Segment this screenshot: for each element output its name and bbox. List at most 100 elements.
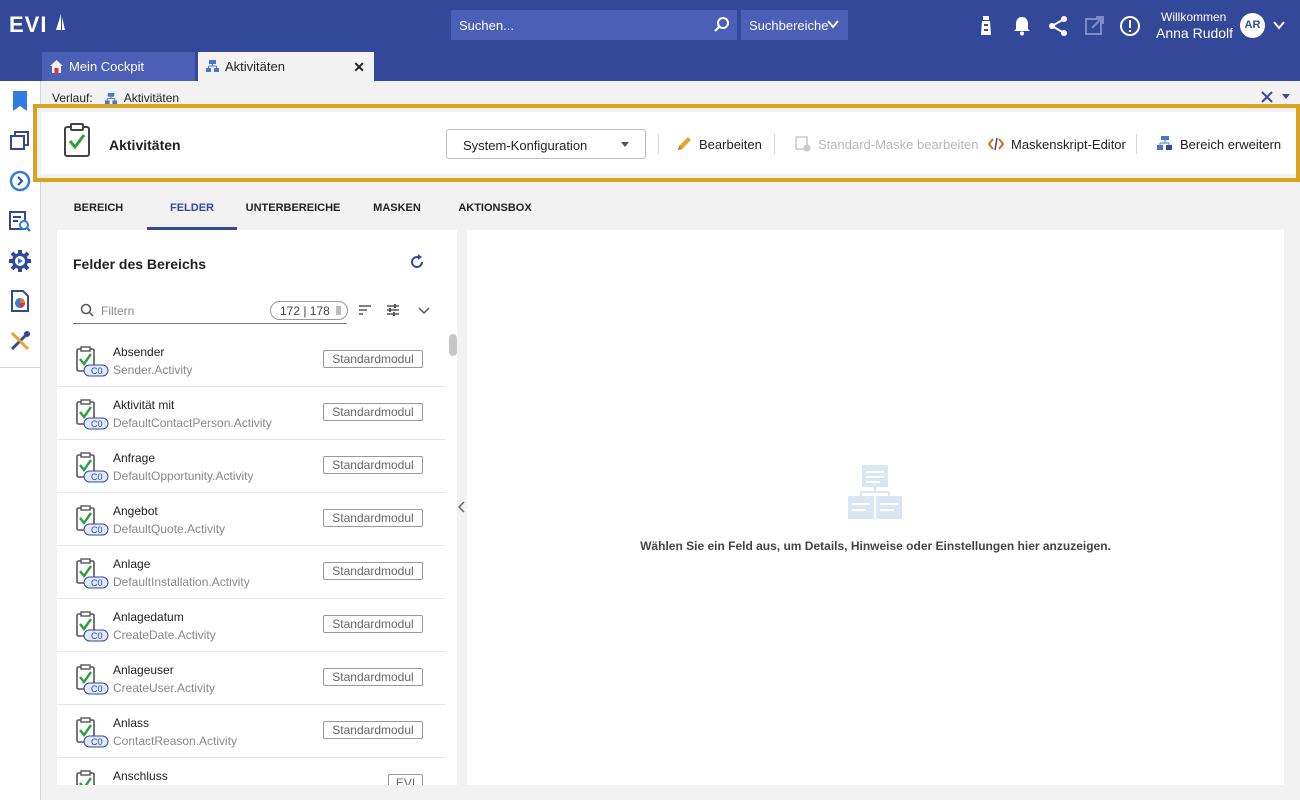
tab-bereich[interactable]: BEREICH (57, 196, 140, 230)
gear-play-icon[interactable] (8, 249, 32, 273)
field-tag: C0 (91, 472, 103, 482)
refresh-icon[interactable] (408, 253, 426, 271)
caret-down-icon[interactable] (1281, 93, 1291, 101)
edit-button-label: Bearbeiten (699, 137, 762, 152)
chevron-down-icon (827, 20, 839, 29)
configuration-select[interactable]: System-Konfiguration (446, 129, 646, 159)
search-icon (80, 303, 94, 317)
scrollbar-thumb[interactable] (449, 334, 457, 356)
report-chart-icon[interactable] (8, 289, 32, 313)
evi-logo[interactable]: EVI (9, 12, 65, 38)
module-badge: Standardmodul (323, 668, 423, 686)
chevron-left-icon[interactable] (457, 500, 467, 514)
user-greeting[interactable]: Willkommen Anna Rudolf (1156, 10, 1233, 41)
empty-state-message: Wählen Sie ein Feld aus, um Details, Hin… (640, 539, 1111, 553)
list-item[interactable]: C0 Absender Sender.Activity Standardmodu… (57, 334, 445, 387)
external-link-icon[interactable] (1082, 14, 1106, 38)
list-item[interactable]: C0 Anfrage DefaultOpportunity.Activity S… (57, 440, 445, 493)
filter-settings-icon[interactable] (385, 302, 401, 318)
list-item[interactable]: Anschluss EVI (57, 758, 445, 785)
mask-script-editor-button[interactable]: Maskenskript-Editor (987, 137, 1126, 152)
tab-aktivitaeten[interactable]: Aktivitäten ✕ (198, 52, 374, 81)
info-icon[interactable] (1118, 14, 1142, 38)
field-name: Anlagedatum (113, 610, 184, 624)
module-badge: Standardmodul (323, 350, 423, 368)
breadcrumb-item[interactable]: Aktivitäten (124, 91, 179, 105)
history-icon[interactable] (8, 169, 32, 193)
toolbar-divider (1136, 134, 1137, 154)
module-badge: Standardmodul (323, 403, 423, 421)
lighthouse-icon[interactable] (974, 14, 998, 38)
edit-standard-mask-label: Standard-Maske bearbeiten (818, 137, 979, 152)
bookmark-icon[interactable] (8, 89, 32, 113)
chevron-down-icon[interactable] (416, 302, 432, 318)
field-tag: C0 (91, 366, 103, 376)
caret-down-icon (621, 142, 629, 147)
configuration-select-value: System-Konfiguration (463, 138, 588, 153)
filter-field[interactable]: Filtern 172 | 178 (73, 300, 348, 324)
field-name: Anlass (113, 716, 150, 730)
code-icon (987, 137, 1005, 151)
windows-icon[interactable] (8, 129, 32, 153)
clipboard-check-icon (64, 123, 90, 157)
field-technical-name: CreateUser.Activity (113, 681, 216, 695)
bell-icon[interactable] (1010, 14, 1034, 38)
field-details-panel: Wählen Sie ein Feld aus, um Details, Hin… (467, 230, 1284, 785)
field-tag: C0 (91, 684, 103, 694)
list-item[interactable]: C0 Anlage DefaultInstallation.Activity S… (57, 546, 445, 599)
tab-masken[interactable]: MASKEN (362, 196, 432, 230)
area-hierarchy-icon (1157, 136, 1172, 150)
user-name: Anna Rudolf (1156, 25, 1234, 41)
global-search[interactable]: Suchen... (451, 10, 737, 40)
filter-input[interactable]: Filtern (101, 304, 134, 318)
field-name: Anlage (113, 557, 151, 571)
field-tag: C0 (91, 737, 103, 747)
pencil-icon (678, 137, 691, 150)
fields-list: C0 Absender Sender.Activity Standardmodu… (57, 334, 445, 785)
module-badge: Standardmodul (323, 562, 423, 580)
sort-icon[interactable] (357, 302, 373, 318)
share-icon[interactable] (1046, 14, 1070, 38)
search-scope-dropdown[interactable]: Suchbereiche (741, 10, 848, 40)
toolbar-divider (774, 134, 775, 154)
tab-unterbereiche[interactable]: UNTERBEREICHE (243, 196, 343, 230)
close-icon[interactable] (1260, 90, 1274, 104)
field-name: Anlageuser (113, 663, 174, 677)
list-item[interactable]: C0 Anlass ContactReason.Activity Standar… (57, 705, 445, 758)
tools-icon[interactable] (8, 329, 32, 353)
chevron-down-icon[interactable] (1272, 18, 1286, 32)
hierarchy-placeholder-icon (848, 465, 902, 519)
tab-strip: Mein Cockpit Aktivitäten ✕ (0, 52, 1300, 81)
field-clipboard-icon (76, 770, 95, 785)
field-tag: C0 (91, 525, 103, 535)
tab-mein-cockpit[interactable]: Mein Cockpit (42, 52, 195, 81)
tab-felder[interactable]: FELDER (147, 196, 237, 230)
avatar[interactable]: AR (1240, 13, 1265, 38)
tab-label: Aktivitäten (225, 59, 285, 74)
extend-area-button[interactable]: Bereich erweitern (1157, 136, 1281, 152)
tab-aktionsbox[interactable]: AKTIONSBOX (451, 196, 539, 230)
search-icon[interactable] (713, 16, 731, 34)
toolbar-inner: Aktivitäten System-Konfiguration Bearbei… (41, 112, 1296, 174)
fields-scrollbar[interactable] (449, 334, 457, 785)
list-item[interactable]: C0 Anlagedatum CreateDate.Activity Stand… (57, 599, 445, 652)
search-records-icon[interactable] (8, 209, 32, 233)
area-title: Aktivitäten (109, 137, 181, 153)
field-name: Anschluss (113, 769, 168, 783)
close-icon[interactable]: ✕ (353, 59, 365, 76)
welcome-label: Willkommen (1161, 10, 1227, 24)
field-name: Absender (113, 345, 165, 359)
list-item[interactable]: C0 Anlageuser CreateUser.Activity Standa… (57, 652, 445, 705)
tab-label: Mein Cockpit (69, 59, 145, 74)
search-input[interactable]: Suchen... (459, 18, 514, 33)
field-tag: C0 (91, 578, 103, 588)
edit-button[interactable]: Bearbeiten (678, 137, 762, 152)
list-item[interactable]: C0 Angebot DefaultQuote.Activity Standar… (57, 493, 445, 546)
search-scope-label: Suchbereiche (749, 18, 829, 33)
module-badge: Standardmodul (323, 456, 423, 474)
list-item[interactable]: C0 Aktivität mit DefaultContactPerson.Ac… (57, 387, 445, 440)
field-name: Angebot (113, 504, 158, 518)
trash-icon[interactable] (336, 306, 341, 315)
filter-count-badge[interactable]: 172 | 178 (270, 301, 348, 320)
edit-standard-mask-button[interactable]: Standard-Maske bearbeiten (795, 136, 979, 152)
